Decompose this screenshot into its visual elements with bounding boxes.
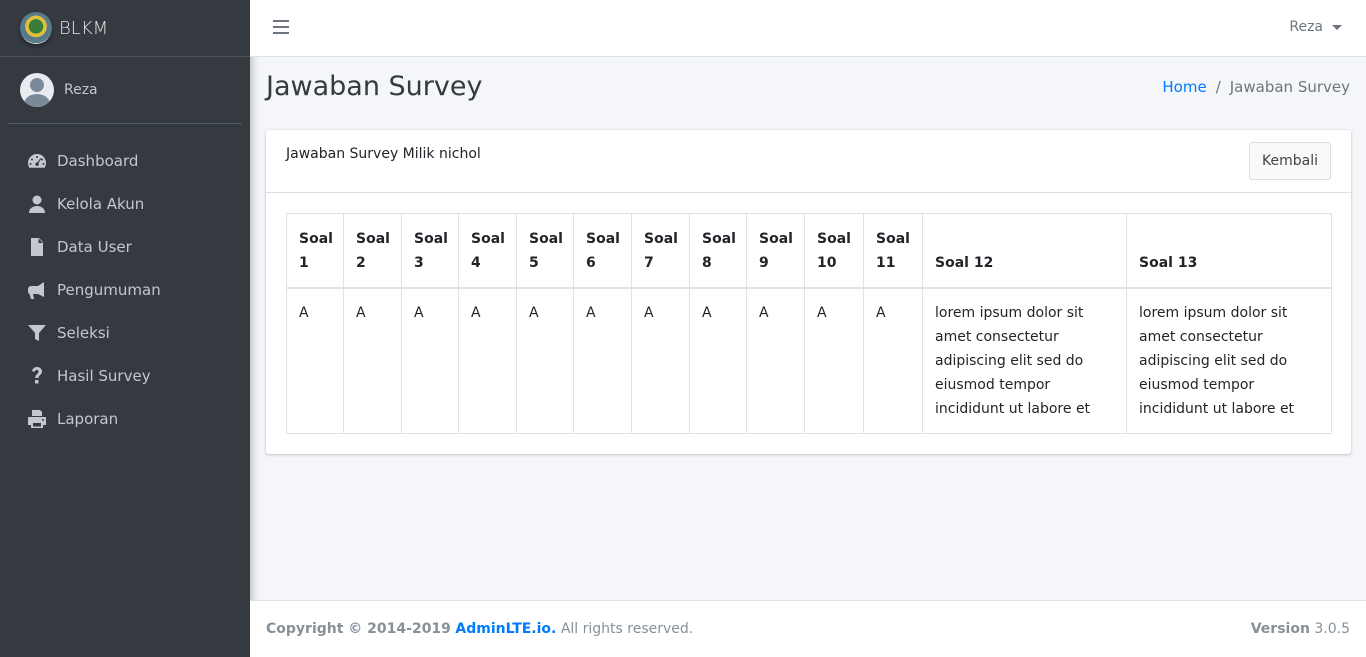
sidebar-item-dashboard[interactable]: Dashboard	[8, 139, 242, 182]
table-cell: A	[458, 287, 517, 434]
table-cell: A	[516, 287, 574, 434]
file-icon	[26, 237, 48, 257]
sidebar-item-label: Laporan	[57, 409, 119, 428]
table-cell: A	[746, 287, 805, 434]
version-label: Version	[1250, 621, 1310, 637]
brand-name: BLKM	[59, 17, 109, 39]
sidebar-item-label: Pengumuman	[57, 280, 161, 299]
table-row: A A A A A A A A A A A lorem ipsum dolor …	[286, 287, 1332, 434]
sidebar-item-label: Dashboard	[57, 151, 139, 170]
breadcrumb-current: Jawaban Survey	[1229, 78, 1350, 96]
column-header: Soal 5	[516, 213, 574, 289]
sidebar-user-name: Reza	[64, 82, 98, 98]
sidebar-nav: Dashboard Kelola Akun Data User Pengumum…	[0, 139, 250, 440]
table-cell: A	[804, 287, 864, 434]
table-cell: A	[573, 287, 632, 434]
sidebar-item-seleksi[interactable]: Seleksi	[8, 311, 242, 354]
column-header: Soal 11	[863, 213, 923, 289]
column-header: Soal 7	[631, 213, 690, 289]
sidebar-item-label: Data User	[57, 237, 132, 256]
card-body: Soal 1 Soal 2 Soal 3 Soal 4 Soal 5 Soal …	[266, 193, 1351, 454]
version-number: 3.0.5	[1314, 621, 1350, 637]
tachometer-icon	[26, 151, 48, 171]
table-cell: A	[863, 287, 923, 434]
answers-table: Soal 1 Soal 2 Soal 3 Soal 4 Soal 5 Soal …	[286, 213, 1332, 434]
table-cell: A	[689, 287, 747, 434]
card-title: Jawaban Survey Milik nichol	[286, 146, 481, 162]
column-header: Soal 12	[922, 213, 1127, 289]
filter-icon	[26, 323, 48, 343]
table-cell: A	[631, 287, 690, 434]
table-cell: A	[343, 287, 402, 434]
column-header: Soal 6	[573, 213, 632, 289]
column-header: Soal 10	[804, 213, 864, 289]
bullhorn-icon	[26, 280, 48, 300]
column-header: Soal 13	[1126, 213, 1332, 289]
table-cell: lorem ipsum dolor sit amet consectetur a…	[1126, 287, 1332, 434]
sidebar-item-data-user[interactable]: Data User	[8, 225, 242, 268]
user-panel[interactable]: Reza	[8, 57, 242, 124]
survey-card: Jawaban Survey Milik nichol Kembali Soal…	[266, 130, 1351, 454]
rights-text: All rights reserved.	[560, 621, 694, 637]
table-cell: A	[401, 287, 459, 434]
main-sidebar: BLKM Reza Dashboard Kelola Akun Data Use…	[0, 0, 250, 657]
brand-link[interactable]: BLKM	[0, 0, 250, 57]
footer-copyright: Copyright © 2014-2019 AdminLTE.io. All r…	[266, 621, 693, 637]
table-cell: lorem ipsum dolor sit amet consectetur a…	[922, 287, 1127, 434]
table-cell: A	[286, 287, 344, 434]
breadcrumb: Home / Jawaban Survey	[1162, 78, 1350, 96]
print-icon	[26, 409, 48, 429]
column-header: Soal 9	[746, 213, 805, 289]
menu-toggle-icon[interactable]	[273, 20, 289, 34]
question-icon	[26, 366, 48, 386]
sidebar-item-label: Hasil Survey	[57, 366, 151, 385]
column-header: Soal 2	[343, 213, 402, 289]
page-title: Jawaban Survey	[266, 71, 483, 102]
breadcrumb-separator: /	[1215, 78, 1221, 96]
back-button[interactable]: Kembali	[1249, 142, 1331, 180]
column-header: Soal 3	[401, 213, 459, 289]
top-navbar: Reza	[250, 0, 1366, 57]
column-header: Soal 8	[689, 213, 747, 289]
breadcrumb-home-link[interactable]: Home	[1162, 78, 1206, 96]
card-header: Jawaban Survey Milik nichol Kembali	[266, 130, 1351, 193]
table-header-row: Soal 1 Soal 2 Soal 3 Soal 4 Soal 5 Soal …	[286, 213, 1332, 289]
sidebar-item-pengumuman[interactable]: Pengumuman	[8, 268, 242, 311]
sidebar-item-hasil-survey[interactable]: Hasil Survey	[8, 354, 242, 397]
copyright-text: Copyright © 2014-2019	[266, 621, 451, 637]
avatar	[20, 73, 54, 107]
user-dropdown[interactable]: Reza	[1289, 19, 1342, 35]
sidebar-item-label: Seleksi	[57, 323, 110, 342]
footer-version: Version 3.0.5	[1251, 621, 1350, 637]
column-header: Soal 1	[286, 213, 344, 289]
sidebar-item-label: Kelola Akun	[57, 194, 145, 213]
user-icon	[26, 194, 48, 214]
sidebar-item-laporan[interactable]: Laporan	[8, 397, 242, 440]
brand-logo	[20, 12, 52, 44]
sidebar-item-kelola-akun[interactable]: Kelola Akun	[8, 182, 242, 225]
adminlte-link[interactable]: AdminLTE.io.	[455, 621, 556, 637]
main-footer: Copyright © 2014-2019 AdminLTE.io. All r…	[250, 600, 1366, 657]
caret-down-icon	[1332, 24, 1342, 30]
column-header: Soal 4	[458, 213, 517, 289]
navbar-user-name: Reza	[1289, 19, 1323, 35]
